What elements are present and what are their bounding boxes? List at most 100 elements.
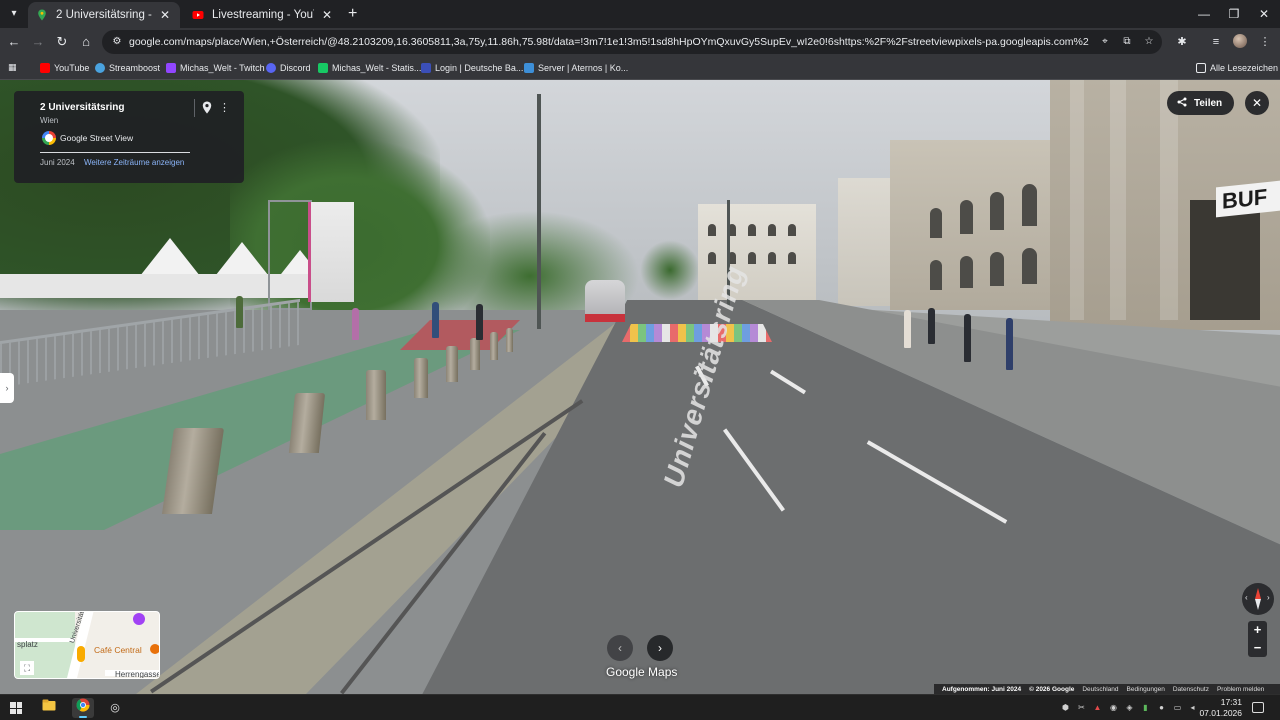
bookmark-deutsche-bank[interactable]: Login | Deutsche Ba... (421, 61, 523, 75)
map-pin-icon[interactable] (201, 101, 213, 115)
tab-title: Livestreaming - YouTube Studio (212, 9, 314, 21)
address-bar[interactable]: ⚙ google.com/maps/place/Wien,+Österreich… (102, 30, 1162, 54)
privacy-link[interactable]: Datenschutz (1173, 686, 1209, 693)
network-icon[interactable]: ▭ (1172, 702, 1183, 713)
event-banner (308, 202, 354, 302)
restore-icon[interactable]: ❐ (1218, 0, 1250, 28)
location-subtitle: Wien (40, 116, 59, 125)
report-problem-link[interactable]: Problem melden (1217, 686, 1264, 693)
all-bookmarks-button[interactable]: Alle Lesezeichen (1196, 61, 1278, 75)
zoom-out-button[interactable]: − (1248, 639, 1267, 657)
tab-close-icon[interactable]: ✕ (158, 8, 172, 22)
cafe-pin-icon (150, 644, 159, 654)
chrome-icon[interactable] (72, 698, 94, 718)
street-lamp (537, 94, 541, 329)
bookmark-label: Discord (280, 63, 311, 73)
app-icon[interactable]: ◎ (104, 698, 126, 718)
tray-app-icon[interactable]: ✂ (1076, 702, 1087, 713)
bookmark-aternos[interactable]: Server | Aternos | Ko... (524, 61, 628, 75)
tab-close-icon[interactable]: ✕ (320, 8, 334, 22)
rainbow-crosswalk (622, 324, 772, 342)
tray-app-icon[interactable]: ⬢ (1060, 702, 1071, 713)
install-app-icon[interactable]: ⧉ (1120, 35, 1134, 49)
pedestrian (928, 308, 935, 344)
share-icon (1177, 97, 1187, 110)
bookmark-youtube[interactable]: YouTube (40, 61, 89, 75)
bookmark-star-icon[interactable]: ☆ (1142, 35, 1156, 49)
country-link[interactable]: Deutschland (1082, 686, 1118, 693)
forward-button[interactable]: → (28, 32, 48, 52)
start-button[interactable] (10, 702, 22, 714)
streamboost-icon (95, 63, 105, 73)
location-info-card: 2 Universitätsring Wien ⋮ Google Street … (14, 91, 244, 183)
minimize-icon[interactable]: — (1188, 0, 1220, 28)
terms-link[interactable]: Bedingungen (1127, 686, 1165, 693)
tab-youtube-studio[interactable]: Livestreaming - YouTube Studio ✕ (184, 2, 342, 28)
youtube-icon (192, 9, 204, 21)
next-image-button[interactable]: › (647, 635, 673, 661)
taskbar-clock[interactable]: 17:31 07.01.2026 (1196, 697, 1242, 719)
zoom-control: + − (1248, 621, 1267, 657)
tray-app-icon[interactable]: ◈ (1124, 702, 1135, 713)
location-icon[interactable]: ⌖ (1098, 35, 1112, 49)
rotate-right-icon[interactable]: › (1267, 593, 1270, 602)
tab-google-maps[interactable]: 2 Universitätsring - Google Maps ✕ (28, 2, 180, 28)
back-button[interactable]: ← (4, 32, 24, 52)
profile-avatar[interactable] (1233, 34, 1247, 48)
bollard (288, 393, 326, 453)
bank-icon (421, 63, 431, 73)
pedestrian (432, 302, 439, 338)
more-dates-link[interactable]: Weitere Zeiträume anzeigen (84, 158, 184, 167)
bookmark-label: Server | Aternos | Ko... (538, 63, 629, 73)
tram (585, 280, 625, 322)
tab-search-menu-button[interactable]: ▾ (4, 4, 24, 24)
rotate-left-icon[interactable]: ‹ (1245, 593, 1248, 602)
minimap-label: Herrengasse (115, 670, 160, 679)
expand-map-icon[interactable]: ⛶ (20, 661, 34, 675)
expand-panel-button[interactable]: › (0, 373, 14, 403)
more-options-icon[interactable]: ⋮ (219, 101, 230, 115)
bookmark-streamboost[interactable]: Streamboost (95, 61, 160, 75)
previous-image-button[interactable]: ‹ (607, 635, 633, 661)
bookmark-twitch[interactable]: Michas_Welt - Twitch (166, 61, 265, 75)
location-title: 2 Universitätsring (40, 102, 125, 113)
building (838, 178, 898, 306)
home-button[interactable]: ⌂ (76, 32, 96, 52)
reading-list-icon[interactable]: ≡ (1206, 32, 1226, 52)
bookmark-label: YouTube (54, 63, 90, 73)
compass-icon[interactable]: ‹ › (1242, 583, 1274, 615)
bollard (366, 370, 386, 420)
apps-grid-icon[interactable]: ▦ (8, 62, 18, 72)
site-info-icon[interactable]: ⚙ (110, 35, 124, 49)
notification-icon[interactable] (1252, 702, 1264, 713)
extensions-icon[interactable]: ✱ (1172, 32, 1192, 52)
bookmarks-bar: ▦ YouTube Streamboost Michas_Welt - Twit… (0, 56, 1280, 80)
google-maps-brand: Google Maps (606, 665, 678, 679)
bollard (506, 328, 513, 352)
microphone-icon[interactable]: ● (1156, 702, 1167, 713)
share-button[interactable]: Teilen (1167, 91, 1234, 115)
minimap[interactable]: splatz Universitätsring Café Central Her… (14, 611, 160, 679)
browser-menu-icon[interactable]: ⋮ (1255, 32, 1275, 52)
divider (40, 152, 190, 153)
bookmark-statistics[interactable]: Michas_Welt - Statis... (318, 61, 421, 75)
event-tent (140, 238, 200, 276)
tray-app-icon[interactable]: ◉ (1108, 702, 1119, 713)
close-streetview-button[interactable]: ✕ (1245, 91, 1269, 115)
pegman-icon[interactable] (77, 646, 85, 662)
url-text[interactable]: google.com/maps/place/Wien,+Österreich/@… (129, 35, 1089, 49)
bookmark-label: Streamboost (109, 63, 161, 73)
bookmark-discord[interactable]: Discord (266, 61, 311, 75)
tray-warning-icon[interactable]: ▲ (1092, 702, 1103, 713)
bookmark-label: Login | Deutsche Ba... (435, 63, 524, 73)
scaffold (268, 200, 312, 310)
window-close-icon[interactable]: ✕ (1248, 0, 1280, 28)
new-tab-button[interactable]: + (348, 6, 357, 22)
tray-app-icon[interactable]: ▮ (1140, 702, 1151, 713)
minimap-label: Café Central (94, 645, 142, 655)
bookmark-label: Michas_Welt - Statis... (332, 63, 422, 73)
bookmark-label: Michas_Welt - Twitch (180, 63, 265, 73)
zoom-in-button[interactable]: + (1248, 621, 1267, 639)
reload-button[interactable]: ↻ (52, 32, 72, 52)
file-explorer-icon[interactable] (38, 698, 60, 718)
